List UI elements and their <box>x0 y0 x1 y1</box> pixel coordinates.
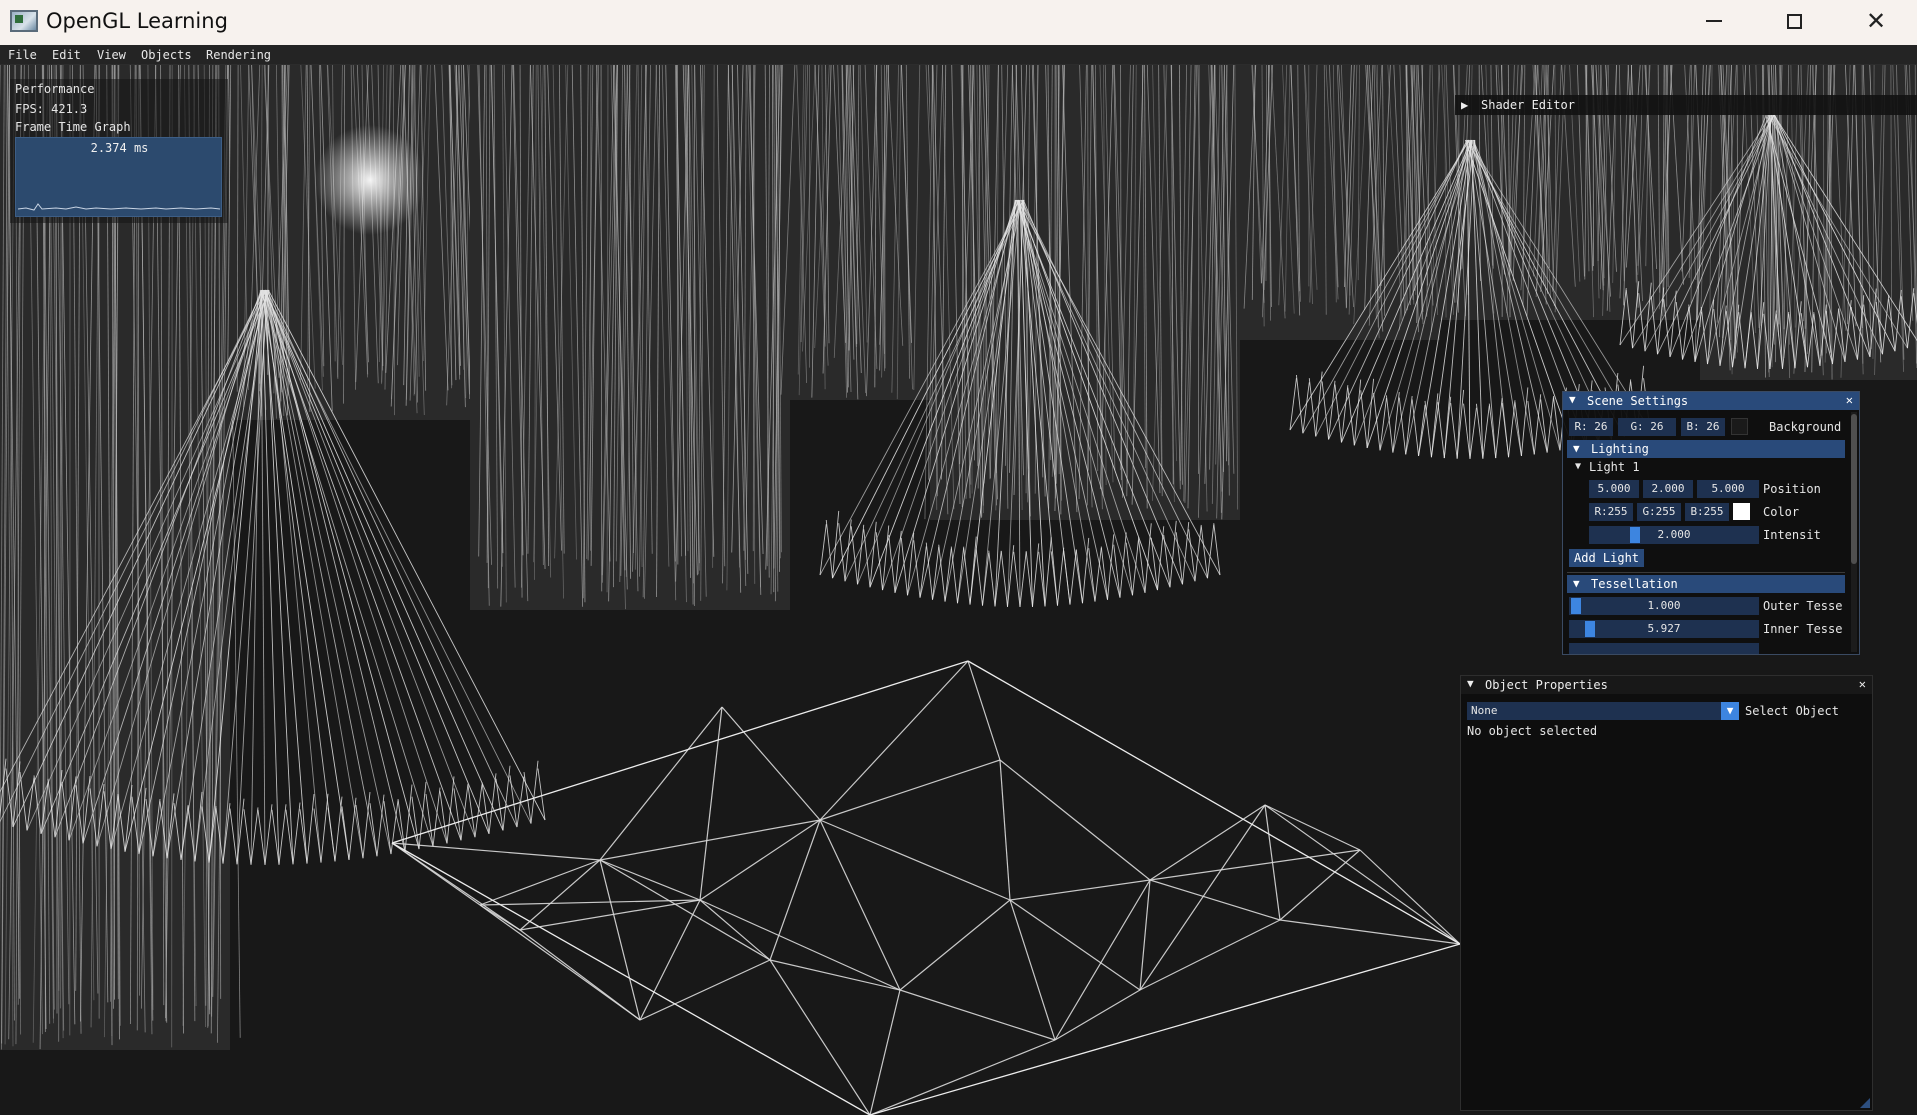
maximize-button[interactable] <box>1754 0 1834 42</box>
slider-grab[interactable] <box>1571 598 1581 614</box>
scene-settings-scrollbar[interactable] <box>1851 412 1857 652</box>
frame-time-graph-label: Frame Time Graph <box>15 120 131 134</box>
maximize-icon <box>1786 13 1802 29</box>
menu-view[interactable]: View <box>97 48 126 62</box>
chevron-down-icon[interactable]: ▼ <box>1721 702 1739 720</box>
expand-arrow-icon[interactable]: ▶ <box>1461 98 1468 112</box>
scene-settings-title: Scene Settings <box>1587 394 1689 408</box>
light-position-x[interactable]: 5.000 <box>1589 480 1639 498</box>
light-position-z[interactable]: 5.000 <box>1697 480 1759 498</box>
separator <box>1567 572 1845 573</box>
scrollbar-thumb[interactable] <box>1851 414 1857 564</box>
background-label: Background <box>1769 420 1842 434</box>
frame-time-graph: 2.374 ms <box>15 137 222 217</box>
shader-editor-header[interactable]: ▶ Shader Editor <box>1455 95 1917 115</box>
minimize-icon <box>1706 20 1722 22</box>
shader-editor-title: Shader Editor <box>1481 98 1575 112</box>
scene-settings-window: ▼ Scene Settings ✕ R: 26 G: 26 B: 26 Bac… <box>1562 391 1860 655</box>
light-color-r[interactable]: R:255 <box>1589 503 1633 521</box>
scene-settings-titlebar[interactable]: ▼ Scene Settings ✕ <box>1563 392 1859 410</box>
lighting-section-header[interactable]: ▼ Lighting <box>1567 440 1845 458</box>
collapse-arrow-icon[interactable]: ▼ <box>1569 393 1576 406</box>
tessellation-section-title: Tessellation <box>1591 577 1678 591</box>
resize-grip[interactable] <box>1860 1098 1870 1108</box>
collapse-arrow-icon[interactable]: ▼ <box>1467 677 1474 690</box>
intensity-value: 2.000 <box>1657 528 1691 541</box>
title-bar: OpenGL Learning ✕ <box>0 0 1917 45</box>
inner-tessellation-label: Inner Tesse <box>1763 622 1843 636</box>
add-light-button[interactable]: Add Light <box>1569 549 1645 567</box>
select-object-combo[interactable]: None ▼ <box>1467 702 1739 720</box>
outer-tessellation-slider[interactable]: 1.000 <box>1569 597 1759 615</box>
close-icon[interactable]: ✕ <box>1859 677 1866 691</box>
object-properties-title: Object Properties <box>1485 678 1608 692</box>
clipped-slider[interactable] <box>1569 643 1759 654</box>
minimize-button[interactable] <box>1674 0 1754 42</box>
object-properties-titlebar[interactable]: ▼ Object Properties ✕ <box>1461 676 1872 694</box>
frame-time-plot <box>17 203 221 211</box>
collapse-arrow-icon: ▼ <box>1573 577 1580 590</box>
light-color-b[interactable]: B:255 <box>1685 503 1729 521</box>
performance-overlay: Performance FPS: 421.3 Frame Time Graph … <box>10 79 228 223</box>
light-glow <box>315 125 425 235</box>
light-1-node[interactable]: Light 1 <box>1589 460 1640 474</box>
menu-objects[interactable]: Objects <box>141 48 192 62</box>
tessellation-section-header[interactable]: ▼ Tessellation <box>1567 575 1845 593</box>
background-b-field[interactable]: B: 26 <box>1681 418 1725 436</box>
menu-edit[interactable]: Edit <box>52 48 81 62</box>
close-button[interactable]: ✕ <box>1836 0 1916 42</box>
light-color-swatch[interactable] <box>1733 503 1750 520</box>
menu-bar: File Edit View Objects Rendering <box>0 45 1917 65</box>
inner-tessellation-value: 5.927 <box>1647 622 1681 635</box>
intensity-slider[interactable]: 2.000 <box>1589 526 1759 544</box>
menu-file[interactable]: File <box>8 48 37 62</box>
color-label: Color <box>1763 505 1800 519</box>
intensity-label: Intensit <box>1763 528 1821 542</box>
inner-tessellation-slider[interactable]: 5.927 <box>1569 620 1759 638</box>
outer-tessellation-label: Outer Tesse <box>1763 599 1843 613</box>
object-properties-window: ▼ Object Properties ✕ None ▼ Select Obje… <box>1460 675 1873 1111</box>
background-r-field[interactable]: R: 26 <box>1569 418 1613 436</box>
select-object-value: None <box>1471 704 1498 717</box>
background-g-field[interactable]: G: 26 <box>1618 418 1676 436</box>
light-color-g[interactable]: G:255 <box>1637 503 1681 521</box>
select-object-label: Select Object <box>1745 704 1839 718</box>
fps-readout: FPS: 421.3 <box>15 102 88 116</box>
outer-tessellation-value: 1.000 <box>1647 599 1681 612</box>
performance-title: Performance <box>15 82 95 96</box>
tree-arrow-icon[interactable]: ▼ <box>1575 461 1581 472</box>
light-position-y[interactable]: 2.000 <box>1643 480 1693 498</box>
slider-grab[interactable] <box>1585 621 1596 637</box>
slider-grab[interactable] <box>1630 527 1640 543</box>
menu-rendering[interactable]: Rendering <box>206 48 271 62</box>
window-title: OpenGL Learning <box>46 9 228 33</box>
close-icon: ✕ <box>1865 7 1887 35</box>
collapse-arrow-icon: ▼ <box>1573 442 1580 455</box>
app-icon <box>10 10 38 32</box>
background-color-swatch[interactable] <box>1731 418 1748 435</box>
selection-status: No object selected <box>1467 724 1598 738</box>
close-icon[interactable]: ✕ <box>1846 393 1853 407</box>
position-label: Position <box>1763 482 1821 496</box>
lighting-section-title: Lighting <box>1591 442 1649 456</box>
